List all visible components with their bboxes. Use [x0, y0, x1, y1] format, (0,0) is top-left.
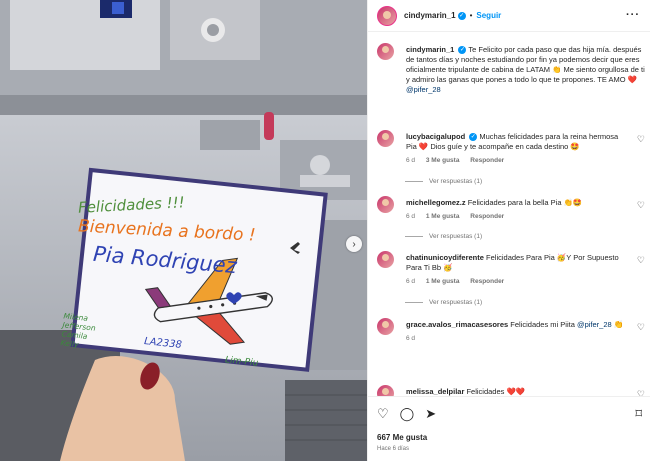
more-options-icon[interactable]: ···	[626, 9, 640, 21]
post-side-panel: cindymarin_1 ✓ • Seguir ··· cindymarin_1…	[367, 0, 650, 461]
avatar[interactable]	[377, 5, 397, 26]
reply-button[interactable]: Responder	[470, 157, 504, 164]
chevron-right-icon: ›	[352, 238, 356, 250]
comment-username[interactable]: lucybacigalupod	[406, 132, 465, 141]
post-likes-count[interactable]: 667 Me gusta	[377, 433, 427, 442]
like-comment-heart-icon[interactable]: ♡	[637, 200, 645, 211]
comment-time: 6 d	[406, 157, 416, 164]
post-timestamp[interactable]: Hace 6 días	[377, 446, 409, 452]
like-comment-heart-icon[interactable]: ♡	[637, 255, 645, 266]
comment-time: 6 d	[406, 213, 416, 220]
avatar[interactable]	[377, 385, 394, 396]
view-replies-button[interactable]: Ver respuestas (1)	[405, 178, 482, 185]
next-slide-button[interactable]: ›	[346, 236, 362, 252]
comment-bubble-icon[interactable]: ◯	[400, 407, 415, 420]
comment-text: Felicidades mi Piita	[510, 320, 575, 329]
avatar[interactable]	[377, 251, 394, 268]
card-signatures: Milena Jefferson Camila Kelly	[60, 311, 97, 350]
comment-text: Felicidades ❤️❤️	[466, 387, 526, 396]
avatar[interactable]	[377, 318, 394, 335]
verified-badge-icon: ✓	[458, 46, 467, 55]
avatar[interactable]	[377, 43, 394, 60]
view-replies-button[interactable]: Ver respuestas (1)	[405, 299, 482, 306]
comment-time: 6 d	[406, 278, 416, 285]
comment-emoji: 👏	[613, 320, 624, 329]
avatar[interactable]	[377, 196, 394, 213]
comment-likes[interactable]: 1 Me gusta	[426, 213, 460, 220]
post-photo[interactable]: Felicidades !!! Bienvenida a bordo ! Pia…	[0, 0, 367, 461]
save-bookmark-icon[interactable]: ⌑	[635, 407, 642, 420]
post-actions-bar: ♡ ◯ ➤ ⌑ 667 Me gusta Hace 6 días	[368, 396, 650, 461]
verified-badge-icon: ✓	[469, 133, 478, 142]
comment-mention[interactable]: @pifer_28	[577, 320, 612, 329]
comment-text: Felicidades para la bella Pia 👏🤩	[467, 198, 583, 207]
verified-badge-icon: ✓	[457, 11, 466, 20]
comment-username[interactable]: chatinunicoydiferente	[406, 253, 484, 262]
caption-username[interactable]: cindymarin_1	[406, 45, 454, 54]
like-comment-heart-icon[interactable]: ♡	[637, 389, 645, 396]
post-header: cindymarin_1 ✓ • Seguir ···	[368, 0, 650, 32]
comments-list[interactable]: cindymarin_1 ✓ Te Felicito por cada paso…	[368, 33, 650, 396]
separator-dot: •	[469, 11, 473, 20]
comment-likes[interactable]: 1 Me gusta	[426, 278, 460, 285]
post-modal: Felicidades !!! Bienvenida a bordo ! Pia…	[0, 0, 650, 461]
comment-username[interactable]: melissa_delpilar	[406, 387, 464, 396]
like-heart-icon[interactable]: ♡	[377, 407, 389, 420]
share-send-icon[interactable]: ➤	[425, 407, 436, 420]
comment-username[interactable]: grace.avalos_rimacasesores	[406, 320, 508, 329]
post-author-username[interactable]: cindymarin_1	[404, 11, 456, 20]
comment-likes[interactable]: 3 Me gusta	[426, 157, 460, 164]
caption-mention[interactable]: @pifer_28	[406, 85, 441, 94]
view-replies-button[interactable]: Ver respuestas (1)	[405, 233, 482, 240]
comment-time: 6 d	[406, 335, 416, 342]
like-comment-heart-icon[interactable]: ♡	[637, 322, 645, 333]
comment-username[interactable]: michellegomez.z	[406, 198, 466, 207]
reply-button[interactable]: Responder	[470, 278, 504, 285]
follow-button[interactable]: Seguir	[476, 11, 501, 20]
avatar[interactable]	[377, 130, 394, 147]
like-comment-heart-icon[interactable]: ♡	[637, 134, 645, 145]
reply-button[interactable]: Responder	[470, 213, 504, 220]
